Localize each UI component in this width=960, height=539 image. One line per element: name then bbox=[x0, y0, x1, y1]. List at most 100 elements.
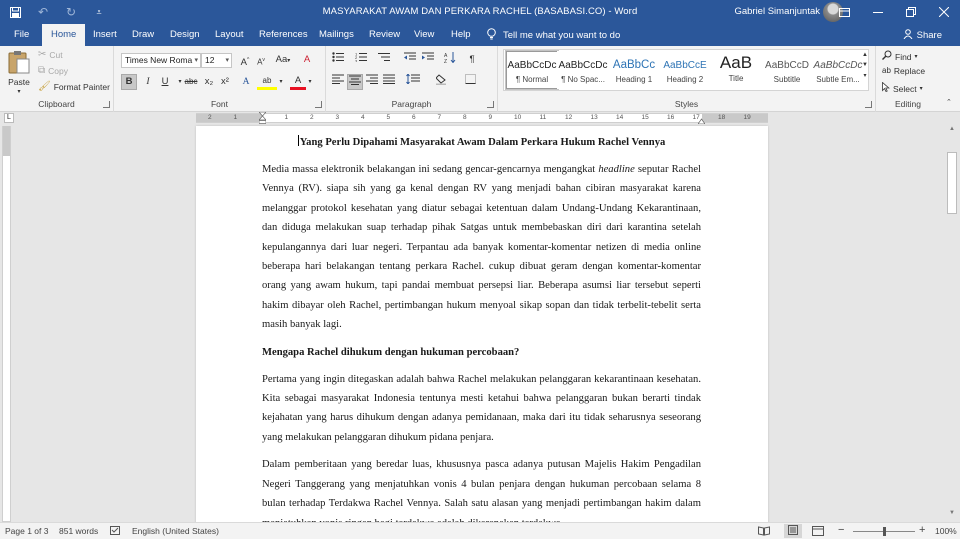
style-subtle-emphasis[interactable]: AaBbCcDc Subtle Em... bbox=[812, 51, 864, 89]
bold-button[interactable]: B bbox=[121, 74, 137, 90]
style-no-spacing[interactable]: AaBbCcDc ¶ No Spac... bbox=[557, 51, 609, 89]
indent-marker[interactable] bbox=[258, 111, 267, 124]
tab-draw[interactable]: Draw bbox=[123, 24, 163, 46]
multilevel-list-icon[interactable] bbox=[376, 52, 392, 68]
highlight-dropdown-icon[interactable]: ▾ bbox=[277, 74, 285, 90]
center-icon[interactable] bbox=[347, 74, 363, 90]
clipboard-launcher-icon[interactable] bbox=[103, 101, 110, 108]
paste-dropdown-icon[interactable]: ▾ bbox=[17, 88, 20, 95]
find-button[interactable]: Find ▾ bbox=[882, 50, 918, 63]
undo-icon[interactable]: ↶ bbox=[34, 3, 52, 21]
justify-icon[interactable] bbox=[381, 74, 397, 90]
italic-button[interactable]: I bbox=[140, 74, 156, 90]
tab-help[interactable]: Help bbox=[442, 24, 480, 46]
vertical-ruler-track[interactable] bbox=[2, 126, 11, 522]
customize-icon[interactable]: ⩡ bbox=[90, 3, 108, 21]
format-painter-button[interactable]: 🖌 Format Painter bbox=[38, 82, 110, 93]
show-formatting-marks-icon[interactable]: ¶ bbox=[464, 52, 480, 68]
increase-indent-icon[interactable] bbox=[420, 52, 436, 68]
line-spacing-icon[interactable] bbox=[402, 73, 424, 90]
bullets-icon[interactable] bbox=[330, 52, 346, 68]
zoom-level[interactable]: 100% bbox=[935, 526, 957, 536]
tab-mailings[interactable]: Mailings bbox=[310, 24, 363, 46]
copy-button[interactable]: ⧉ Copy bbox=[38, 66, 68, 77]
web-layout-icon[interactable] bbox=[812, 526, 824, 538]
zoom-out-icon[interactable]: − bbox=[838, 524, 844, 536]
user-name[interactable]: Gabriel Simanjuntak bbox=[734, 6, 820, 17]
decrease-indent-icon[interactable] bbox=[402, 52, 418, 68]
subscript-button[interactable]: x₂ bbox=[201, 74, 217, 90]
strikethrough-button[interactable]: abc bbox=[182, 74, 200, 90]
paragraph-1[interactable]: Media massa elektronik belakangan ini se… bbox=[262, 160, 701, 335]
shading-icon[interactable] bbox=[432, 74, 454, 90]
clear-formatting-button[interactable]: A bbox=[299, 52, 315, 68]
style-title[interactable]: AaB Title bbox=[710, 51, 762, 89]
document-body[interactable]: Yang Perlu Dipahami Masyarakat Awam Dala… bbox=[262, 130, 701, 522]
select-dropdown-icon[interactable]: ▾ bbox=[920, 85, 923, 92]
font-size-dropdown-icon[interactable]: ▾ bbox=[225, 54, 229, 67]
align-right-icon[interactable] bbox=[364, 74, 380, 90]
numbering-icon[interactable]: 123 bbox=[353, 52, 369, 68]
style-heading-1[interactable]: AaBbCc Heading 1 bbox=[608, 51, 660, 89]
text-effects-button[interactable]: A bbox=[238, 74, 254, 90]
sort-icon[interactable]: AZ bbox=[442, 52, 458, 68]
page-count[interactable]: Page 1 of 3 bbox=[5, 526, 48, 536]
minimize-icon[interactable] bbox=[861, 0, 894, 24]
tab-references[interactable]: References bbox=[250, 24, 317, 46]
font-color-dropdown-icon[interactable]: ▾ bbox=[306, 74, 314, 90]
chevron-up-icon[interactable]: ▲ bbox=[862, 52, 868, 58]
tab-file[interactable]: File bbox=[5, 24, 38, 46]
ribbon-display-icon[interactable] bbox=[828, 0, 861, 24]
paste-button[interactable]: Paste ▾ bbox=[8, 50, 30, 95]
word-count[interactable]: 851 words bbox=[59, 526, 98, 536]
change-case-button[interactable]: Aa▾ bbox=[272, 52, 294, 68]
tab-layout[interactable]: Layout bbox=[206, 24, 253, 46]
document-subheading[interactable]: Mengapa Rachel dihukum dengan hukuman pe… bbox=[262, 343, 701, 362]
language[interactable]: English (United States) bbox=[132, 526, 219, 536]
select-button[interactable]: Select ▾ bbox=[882, 81, 923, 95]
borders-icon[interactable] bbox=[460, 74, 482, 90]
tab-selector[interactable]: L bbox=[4, 113, 14, 123]
style-heading-2[interactable]: AaBbCcE Heading 2 bbox=[659, 51, 711, 89]
shrink-font-button[interactable]: Av bbox=[253, 52, 269, 68]
document-area[interactable]: Yang Perlu Dipahami Masyarakat Awam Dala… bbox=[14, 124, 944, 522]
align-left-icon[interactable] bbox=[330, 74, 346, 90]
chevron-down-icon[interactable]: ▼ bbox=[862, 62, 868, 68]
font-color-button[interactable]: A bbox=[290, 74, 306, 90]
underline-button[interactable]: U bbox=[157, 74, 173, 90]
replace-button[interactable]: ab Replace bbox=[882, 66, 925, 76]
text-highlight-button[interactable]: ab bbox=[257, 74, 277, 90]
font-name-dropdown-icon[interactable]: ▾ bbox=[194, 54, 198, 67]
tell-me-search[interactable]: Tell me what you want to do bbox=[487, 28, 620, 43]
proofing-icon[interactable] bbox=[110, 526, 121, 538]
tab-review[interactable]: Review bbox=[360, 24, 409, 46]
scroll-up-icon[interactable]: ▲ bbox=[947, 126, 957, 136]
restore-icon[interactable] bbox=[894, 0, 927, 24]
document-page[interactable]: Yang Perlu Dipahami Masyarakat Awam Dala… bbox=[196, 126, 768, 522]
font-launcher-icon[interactable] bbox=[315, 101, 322, 108]
tab-view[interactable]: View bbox=[405, 24, 443, 46]
close-icon[interactable] bbox=[927, 0, 960, 24]
grow-font-button[interactable]: A^ bbox=[237, 52, 253, 68]
style-normal[interactable]: AaBbCcDc ¶ Normal bbox=[505, 50, 559, 90]
cut-button[interactable]: ✂ Cut bbox=[38, 50, 63, 61]
font-name-combo[interactable]: Times New Roma ▾ bbox=[121, 53, 201, 68]
print-layout-icon[interactable] bbox=[784, 524, 802, 538]
style-subtitle[interactable]: AaBbCcD Subtitle bbox=[761, 51, 813, 89]
share-button[interactable]: Share bbox=[903, 29, 942, 42]
styles-more-icon[interactable]: ▾ bbox=[863, 72, 866, 79]
tab-home[interactable]: Home bbox=[42, 24, 86, 46]
superscript-button[interactable]: x² bbox=[217, 74, 233, 90]
read-mode-icon[interactable] bbox=[758, 526, 770, 538]
scroll-down-icon[interactable]: ▼ bbox=[947, 510, 957, 520]
document-heading[interactable]: Yang Perlu Dipahami Masyarakat Awam Dala… bbox=[228, 133, 735, 152]
right-indent-marker[interactable] bbox=[697, 116, 706, 125]
paragraph-3[interactable]: Dalam pemberitaan yang beredar luas, khu… bbox=[262, 455, 701, 522]
vertical-scrollbar[interactable]: ▲ ▼ bbox=[944, 124, 960, 522]
find-dropdown-icon[interactable]: ▾ bbox=[915, 53, 918, 60]
collapse-ribbon-icon[interactable]: ⌃ bbox=[946, 98, 952, 106]
paragraph-launcher-icon[interactable] bbox=[487, 101, 494, 108]
redo-icon[interactable]: ↻ bbox=[62, 3, 80, 21]
tab-insert[interactable]: Insert bbox=[84, 24, 126, 46]
save-icon[interactable] bbox=[6, 3, 24, 21]
